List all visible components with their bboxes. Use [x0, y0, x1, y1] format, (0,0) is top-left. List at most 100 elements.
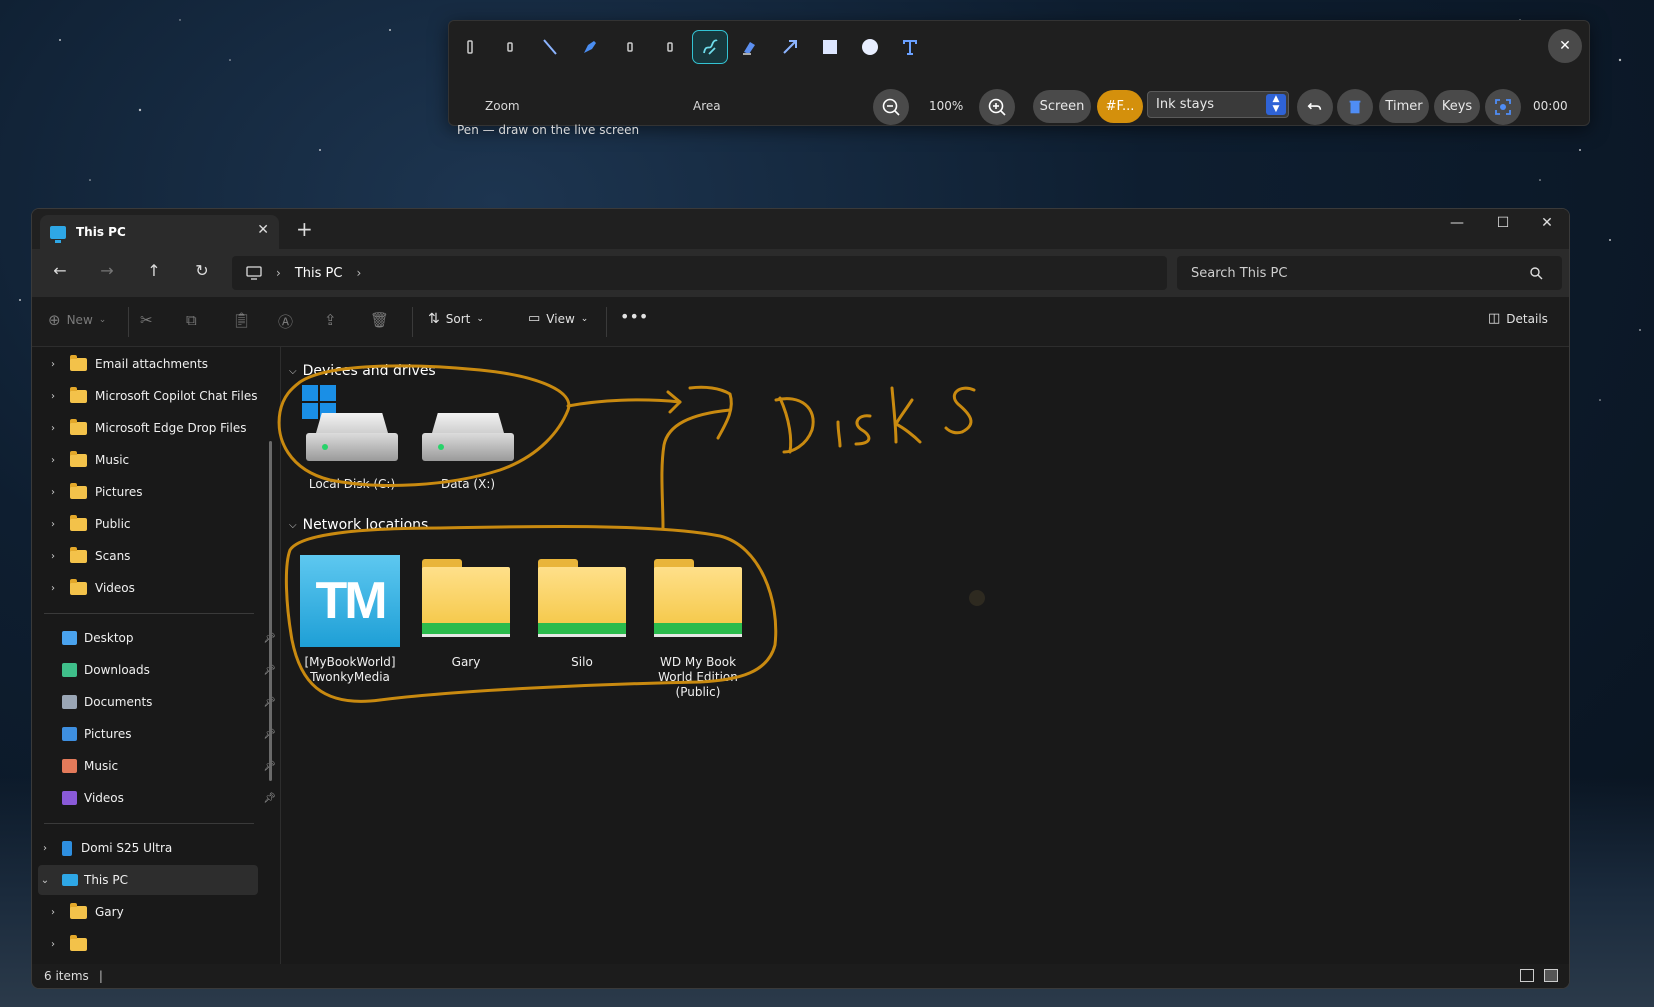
content-pane: ⌵ Devices and drives Local Disk (C:) Dat…	[280, 347, 1569, 967]
view-button[interactable]: ▭ View ⌄	[528, 311, 588, 326]
sidebar-quick-access-item[interactable]: Music 📌︎	[62, 751, 279, 781]
pin-icon[interactable]: 📌︎	[263, 793, 276, 804]
cut-button[interactable]: ✂	[140, 311, 153, 329]
sidebar-folder-item[interactable]: › Microsoft Edge Drop Files	[46, 413, 276, 443]
search-input[interactable]	[1177, 256, 1562, 290]
download-icon	[62, 663, 77, 677]
sidebar-network-item[interactable]: › Gary	[46, 897, 276, 927]
network-location-tile[interactable]: TM [MyBookWorld] TwonkyMedia	[295, 555, 405, 685]
new-tab-button[interactable]: +	[296, 217, 313, 241]
sidebar-folder-item[interactable]: › Public	[46, 509, 276, 539]
scissors-icon: ✂	[140, 311, 153, 329]
sidebar-folder-item[interactable]: › Microsoft Copilot Chat Files	[46, 381, 276, 411]
share-button[interactable]: ⇪	[324, 311, 337, 329]
sidebar-device-item[interactable]: › Domi S25 Ultra	[38, 833, 268, 863]
rename-icon: Ⓐ	[278, 313, 294, 331]
ink-mode-select[interactable]: Ink stays ▲ ▼	[1147, 91, 1289, 118]
folder-icon	[70, 514, 87, 531]
back-button[interactable]: ←	[46, 261, 74, 285]
drive-tile[interactable]: Local Disk (C:)	[297, 385, 407, 492]
rename-button[interactable]: Ⓐ	[278, 311, 293, 332]
network-folder-icon	[536, 555, 628, 637]
tiles-view-toggle-icon[interactable]	[1544, 969, 1558, 982]
timer-button[interactable]: Timer	[1379, 90, 1429, 123]
small-tool-icon[interactable]	[653, 31, 687, 63]
sidebar-quick-access-item[interactable]: Videos 📌︎	[62, 783, 279, 813]
zoom-in-icon	[988, 98, 1006, 116]
sidebar-quick-access-item[interactable]: Downloads 📌︎	[62, 655, 279, 685]
small-tool-icon[interactable]	[453, 31, 487, 63]
sidebar-item-label: Public	[95, 517, 131, 531]
details-button[interactable]: ◫ Details	[1488, 311, 1548, 326]
marker-icon[interactable]	[573, 31, 607, 63]
ellipse-icon[interactable]	[853, 31, 887, 63]
window-close-button[interactable]: ✕	[1532, 215, 1562, 231]
plus-circle-icon: ⊕	[48, 311, 61, 329]
view-label: View	[546, 311, 575, 326]
tab-close-icon[interactable]: ✕	[257, 222, 269, 238]
refresh-button[interactable]: ↻	[188, 261, 216, 285]
network-location-tile[interactable]: Gary	[411, 555, 521, 670]
up-button[interactable]: ↑	[140, 261, 168, 285]
more-options-button[interactable]: •••	[620, 307, 648, 326]
select-arrows-icon: ▲ ▼	[1266, 94, 1286, 115]
divider	[606, 307, 607, 337]
sidebar-folder-item[interactable]: › Videos	[46, 573, 276, 603]
maximize-button[interactable]: ☐	[1488, 215, 1518, 231]
paste-button[interactable]: 📋︎	[232, 311, 251, 329]
breadcrumb-this-pc[interactable]: This PC	[295, 266, 343, 281]
tab-this-pc[interactable]: This PC ✕	[40, 215, 279, 249]
network-label: Silo	[571, 655, 593, 669]
sidebar-quick-access-item[interactable]: Desktop 📌︎	[62, 623, 279, 653]
navigation-pane: › Email attachments › Microsoft Copilot …	[32, 347, 279, 967]
network-location-tile[interactable]: WD My Book World Edition (Public)	[643, 555, 753, 700]
divider	[128, 307, 129, 337]
text-icon[interactable]	[893, 31, 927, 63]
details-view-toggle-icon[interactable]	[1520, 969, 1534, 982]
new-button[interactable]: ⊕ New ⌄	[48, 311, 106, 329]
keys-button[interactable]: Keys	[1434, 90, 1480, 123]
capture-button[interactable]	[1485, 89, 1521, 125]
sidebar-quick-access-item[interactable]: Pictures 📌︎	[62, 719, 279, 749]
chevron-down-icon: ⌵	[289, 365, 297, 377]
rectangle-icon[interactable]	[813, 31, 847, 63]
drive-tile[interactable]: Data (X:)	[413, 413, 523, 492]
copy-button[interactable]: ⧉	[186, 311, 197, 329]
minimize-button[interactable]: —	[1442, 215, 1472, 231]
screen-button[interactable]: Screen	[1033, 90, 1091, 123]
tab-title: This PC	[76, 225, 126, 239]
breadcrumb[interactable]: › This PC ›	[232, 256, 1167, 290]
arrow-icon[interactable]	[773, 31, 807, 63]
zoom-label: Zoom	[485, 99, 520, 113]
group-devices-and-drives[interactable]: ⌵ Devices and drives	[289, 363, 436, 379]
sidebar-partial-item[interactable]: ›	[46, 929, 276, 959]
sidebar-quick-access-item[interactable]: Documents 📌︎	[62, 687, 279, 717]
delete-button[interactable]: 🗑︎	[370, 311, 389, 329]
monitor-icon	[246, 266, 262, 280]
twonkymedia-icon: TM	[300, 555, 400, 647]
zoom-in-button[interactable]	[979, 89, 1015, 125]
clear-button[interactable]	[1337, 89, 1373, 125]
network-location-tile[interactable]: Silo	[527, 555, 637, 670]
sidebar-folder-item[interactable]: › Scans	[46, 541, 276, 571]
sidebar-item-label: Microsoft Copilot Chat Files	[95, 389, 258, 403]
small-tool-icon[interactable]	[613, 31, 647, 63]
sidebar-item-this-pc[interactable]: ⌄ This PC	[38, 865, 258, 895]
chevron-right-icon: ›	[276, 266, 281, 280]
folder-icon	[70, 578, 87, 595]
group-network-locations[interactable]: ⌵ Network locations	[289, 517, 428, 533]
sidebar-folder-item[interactable]: › Music	[46, 445, 276, 475]
line-icon[interactable]	[533, 31, 567, 63]
forward-button[interactable]: →	[93, 261, 121, 285]
sidebar-folder-item[interactable]: › Email attachments	[46, 349, 276, 379]
sort-button[interactable]: ⇅ Sort ⌄	[428, 311, 484, 327]
pen-icon[interactable]	[692, 30, 728, 64]
sidebar-scrollbar[interactable]	[269, 441, 272, 781]
zoom-out-button[interactable]	[873, 89, 909, 125]
toolbar-close-button[interactable]: ✕	[1548, 29, 1582, 63]
undo-button[interactable]	[1297, 89, 1333, 125]
small-tool-icon[interactable]	[493, 31, 527, 63]
highlighter-icon[interactable]	[733, 31, 767, 63]
color-picker-button[interactable]: #F...	[1097, 90, 1143, 123]
sidebar-folder-item[interactable]: › Pictures	[46, 477, 276, 507]
